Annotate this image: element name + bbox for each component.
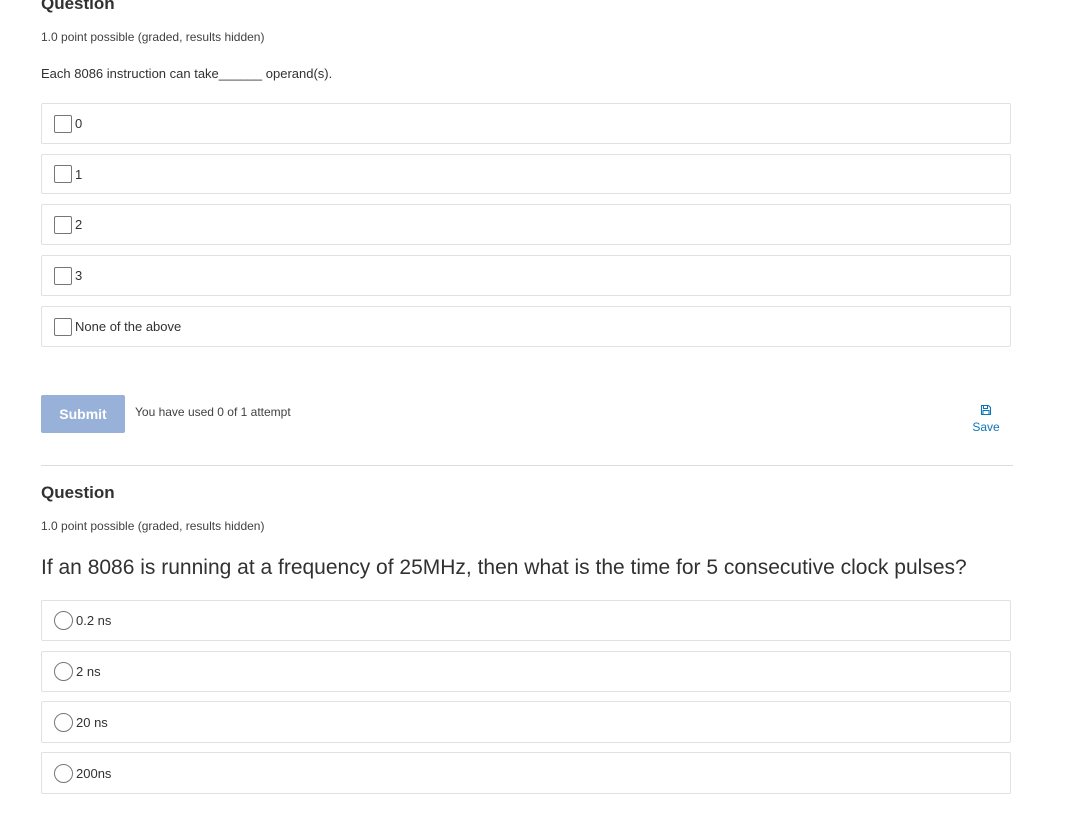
- choice-200ns[interactable]: 200ns: [41, 752, 1011, 794]
- choice-label: 2 ns: [76, 664, 101, 679]
- choice-label: 0.2 ns: [76, 613, 112, 628]
- checkbox[interactable]: [54, 114, 72, 133]
- radio-button[interactable]: [54, 763, 73, 783]
- question-title: Question: [41, 483, 115, 502]
- choice-label: 1: [75, 166, 83, 182]
- question-meta: 1.0 point possible (graded, results hidd…: [41, 30, 265, 44]
- choice-label: None of the above: [75, 319, 182, 334]
- checkbox[interactable]: [54, 317, 72, 336]
- radio-button[interactable]: [54, 611, 73, 630]
- checkbox[interactable]: [54, 266, 72, 285]
- choice-label: 2: [75, 217, 83, 232]
- divider: [41, 465, 1013, 466]
- save-button[interactable]: Save: [965, 404, 1007, 434]
- choice-label: 200ns: [76, 765, 112, 781]
- question-meta: 1.0 point possible (graded, results hidd…: [41, 519, 265, 533]
- question-prompt: If an 8086 is running at a frequency of …: [41, 556, 967, 579]
- question-title: Question: [41, 0, 115, 13]
- submit-button[interactable]: Submit: [41, 395, 125, 433]
- question-prompt: Each 8086 instruction can take______ ope…: [41, 66, 333, 81]
- choice-label: 20 ns: [76, 714, 108, 730]
- floppy-disk-icon: [980, 404, 992, 416]
- choice-0[interactable]: 0: [41, 103, 1011, 144]
- choice-2-ns[interactable]: 2 ns: [41, 651, 1011, 692]
- choice-2[interactable]: 2: [41, 204, 1011, 245]
- attempts-text: You have used 0 of 1 attempt: [135, 405, 291, 419]
- choice-20-ns[interactable]: 20 ns: [41, 701, 1011, 743]
- save-label: Save: [972, 420, 1000, 434]
- radio-button[interactable]: [54, 712, 73, 732]
- choice-1[interactable]: 1: [41, 154, 1011, 194]
- choice-none-of-the-above[interactable]: None of the above: [41, 306, 1011, 347]
- checkbox[interactable]: [54, 165, 72, 183]
- choice-3[interactable]: 3: [41, 255, 1011, 296]
- choice-label: 0: [75, 116, 83, 131]
- choice-label: 3: [75, 268, 83, 283]
- choice-0-2-ns[interactable]: 0.2 ns: [41, 600, 1011, 641]
- radio-button[interactable]: [54, 662, 73, 681]
- checkbox[interactable]: [54, 215, 72, 234]
